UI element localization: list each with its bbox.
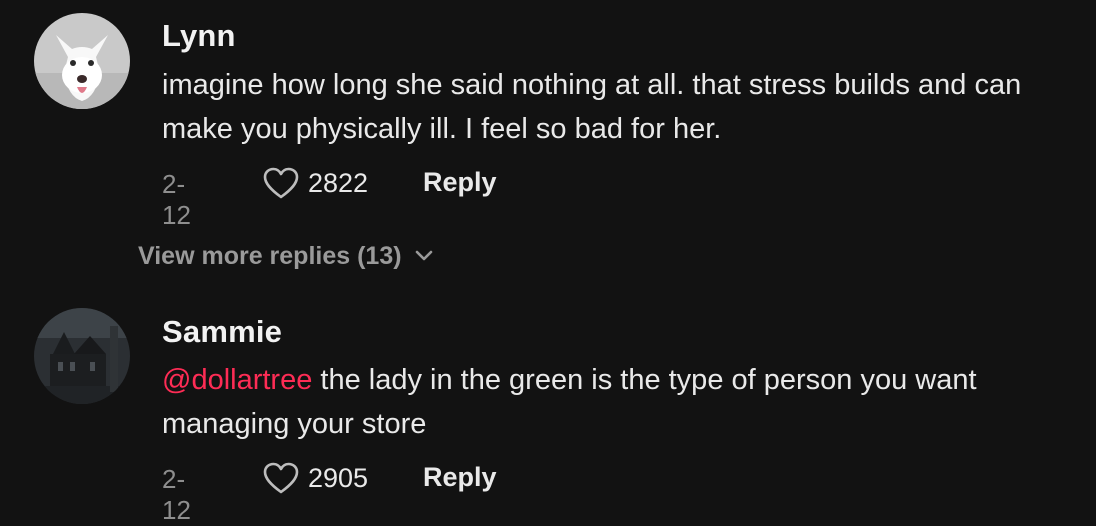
white-dog-avatar-icon (34, 13, 130, 109)
like-count: 2822 (308, 167, 369, 198)
like-button[interactable]: 2905 (262, 458, 368, 498)
heart-icon (263, 167, 299, 199)
like-button[interactable]: 2822 (262, 163, 368, 203)
chevron-down-icon (415, 250, 432, 261)
reply-button[interactable]: Reply (423, 462, 497, 493)
comment-date: 2-12 (162, 169, 191, 230)
mention-link[interactable]: @dollartree (162, 364, 312, 396)
avatar[interactable] (34, 308, 130, 404)
view-more-replies-button[interactable]: View more replies (13) (138, 238, 434, 274)
reply-button[interactable]: Reply (423, 167, 497, 198)
comment-body: imagine how long she said nothing at all… (162, 69, 1022, 145)
avatar[interactable] (34, 13, 130, 109)
username[interactable]: Sammie (162, 314, 282, 350)
heart-icon (263, 462, 299, 494)
comment-text: @dollartree the lady in the green is the… (162, 358, 1072, 446)
comment-date: 2-12 (162, 464, 191, 525)
dark-house-avatar-icon (34, 308, 130, 404)
view-more-label: View more replies (13) (138, 241, 402, 270)
like-count: 2905 (308, 462, 369, 493)
username[interactable]: Lynn (162, 18, 236, 54)
comment-text: imagine how long she said nothing at all… (162, 63, 1072, 151)
